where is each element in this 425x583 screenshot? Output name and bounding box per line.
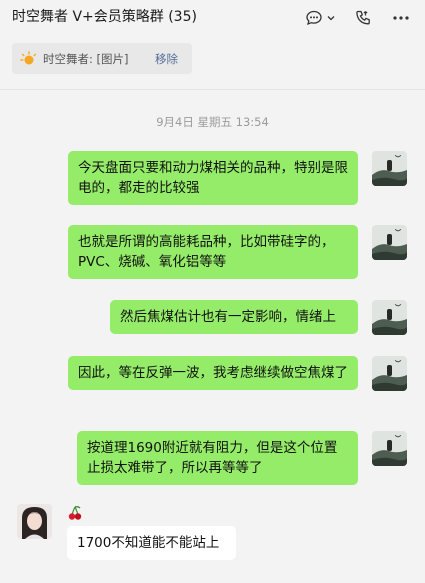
chat-title: 时空舞者 V+会员策略群 (35) [12,9,197,25]
pinned-message-text: 时空舞者: [图片] [43,52,129,66]
chevron-down-icon[interactable] [324,7,338,29]
message-bubble-outgoing[interactable]: 也就是所谓的高能耗品种，比如带硅字的，PVC、烧碱、氧化铝等等 [68,225,358,279]
message-bubble-outgoing[interactable]: 然后焦煤估计也有一定影响，情绪上 [110,300,358,334]
message-bubble-outgoing[interactable]: 因此，等在反弹一波，我考虑继续做空焦煤了 [68,356,358,390]
message-timestamp: 9月4日 星期五 13:54 [156,115,269,129]
self-avatar[interactable] [372,151,407,186]
chat-header: 时空舞者 V+会员策略群 (35) [0,0,425,34]
voice-call-icon[interactable] [352,7,374,29]
header-divider [0,89,425,90]
remove-pin-button[interactable]: 移除 [155,51,178,67]
self-avatar[interactable] [372,431,407,466]
self-avatar[interactable] [372,356,407,391]
sun-icon [20,51,37,67]
more-icon[interactable] [390,7,412,29]
chat-bubble-icon[interactable] [303,7,325,29]
self-avatar[interactable] [372,300,407,335]
message-bubble-incoming[interactable]: 1700不知道能不能站上 [67,526,236,560]
pinned-message-bar[interactable]: 时空舞者: [图片] 移除 [12,43,192,74]
sender-avatar[interactable] [17,504,52,539]
message-bubble-outgoing[interactable]: 今天盘面只要和动力煤相关的品种，特别是限电的，都走的比较强 [68,151,358,205]
self-avatar[interactable] [372,225,407,260]
message-bubble-outgoing[interactable]: 按道理1690附近就有阻力，但是这个位置止损太难带了，所以再等等了 [77,431,358,485]
cherry-icon [67,505,83,521]
